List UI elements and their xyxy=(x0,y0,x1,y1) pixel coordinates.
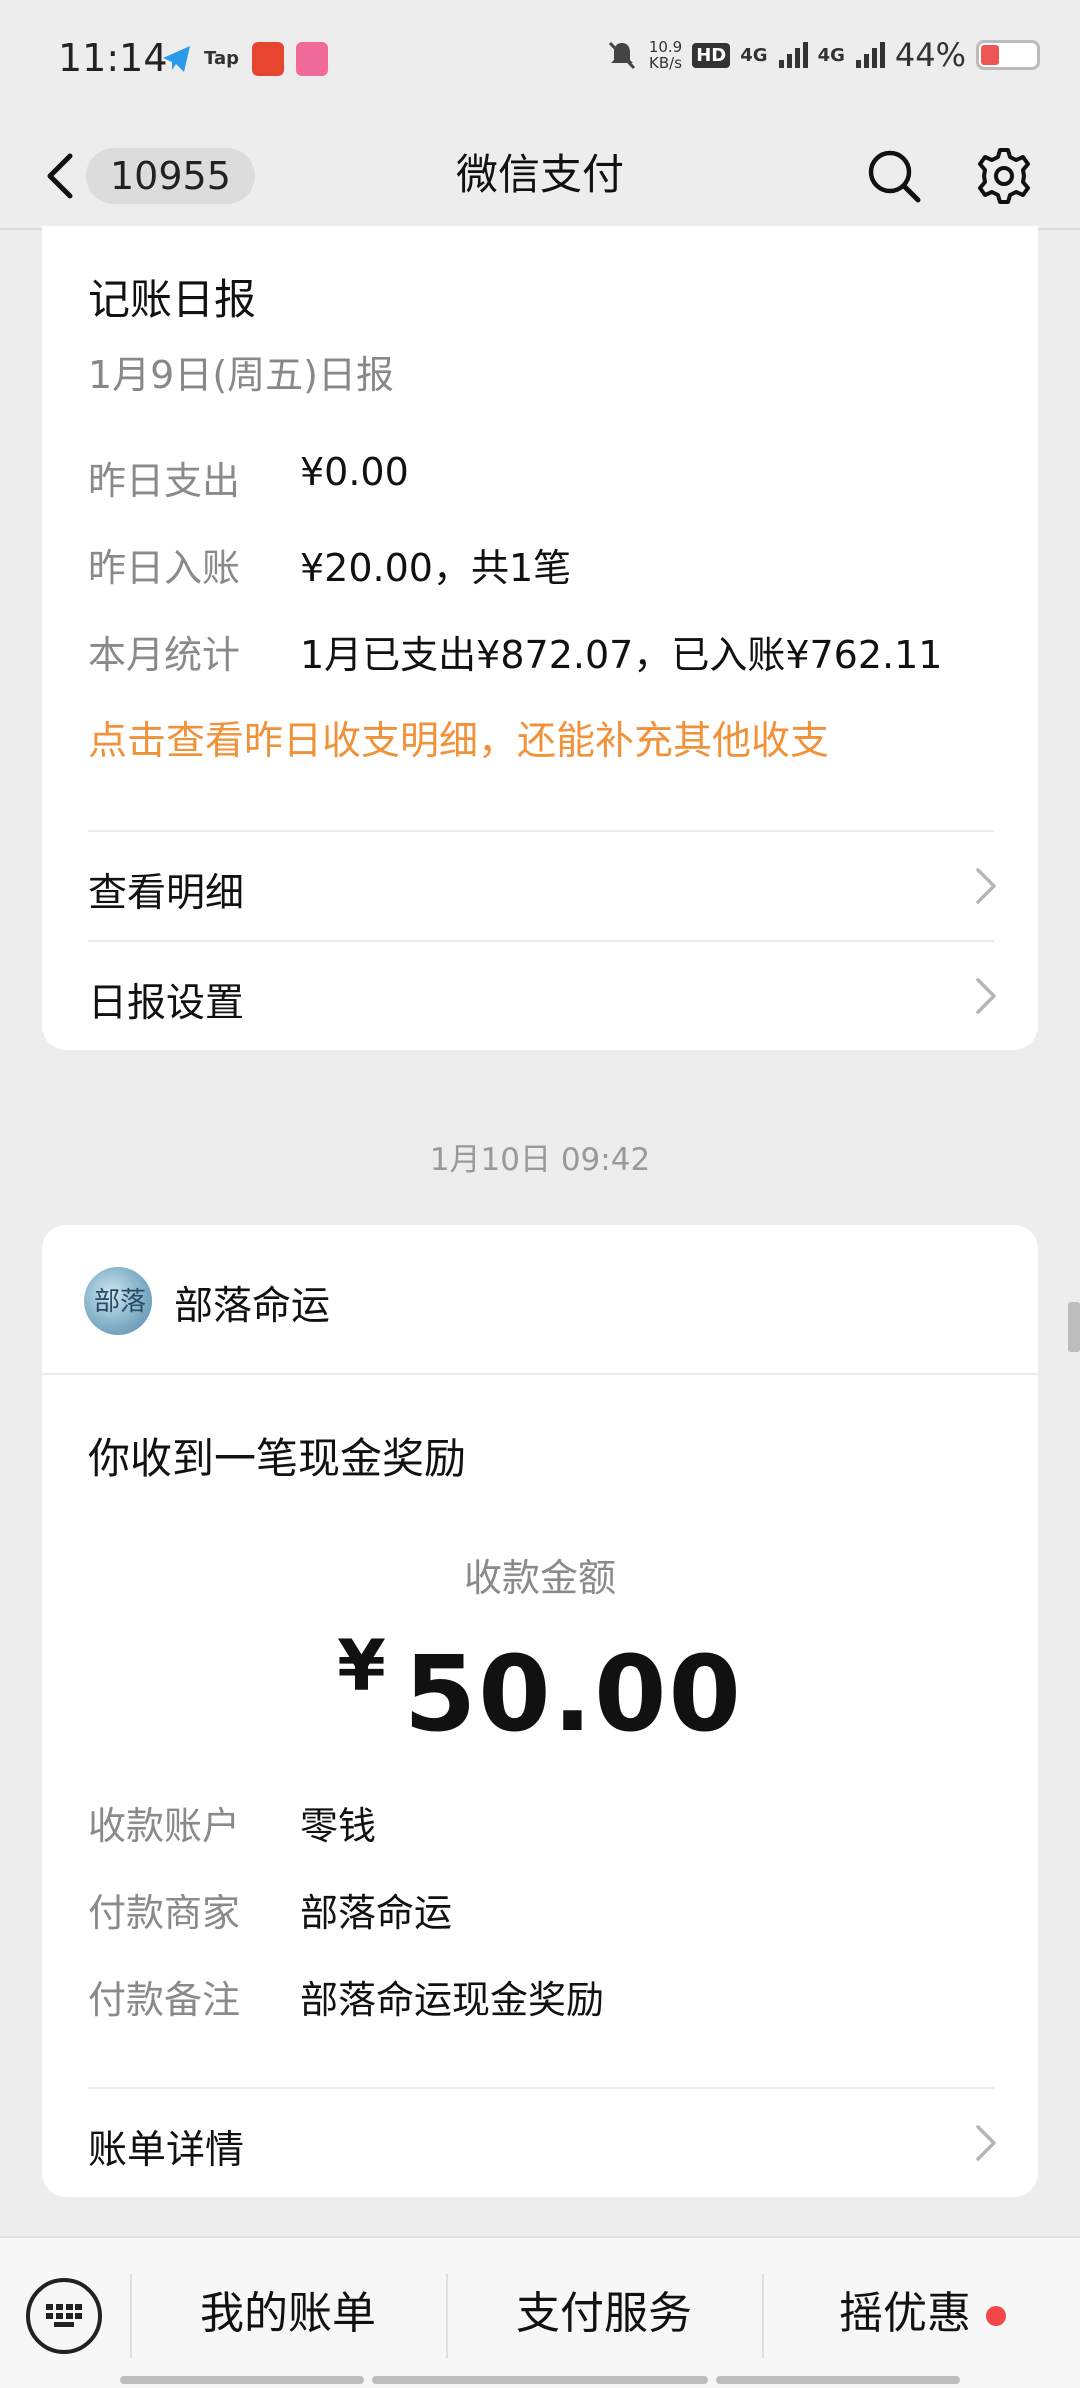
amount-label: 收款金额 xyxy=(463,1556,616,1600)
cash-reward-card[interactable]: 部落 部落命运 你收到一笔现金奖励 收款金额 ¥50.00 收款账户 零钱 付款… xyxy=(42,1225,1038,2197)
chevron-right-icon xyxy=(976,868,996,904)
bottom-menu-bar: 我的账单 支付服务 摇优惠 xyxy=(0,2236,1080,2388)
merchant-logo: 部落 xyxy=(84,1267,152,1335)
divider xyxy=(42,1373,1038,1375)
wechat-pay-chat-page: 11:14 Tap 10.9 KB/s HD 4G 4G 44% 10955 微… xyxy=(0,0,1080,2388)
merchant-logo-text: 部落 xyxy=(94,1287,147,1317)
keyboard-toggle-button[interactable] xyxy=(26,2278,102,2354)
keyboard-icon xyxy=(46,2304,82,2327)
chevron-right-icon xyxy=(976,978,996,1014)
view-yesterday-details-link[interactable]: 点击查看昨日收支明细，还能补充其他收支 xyxy=(88,710,829,766)
signal-bars-icon xyxy=(778,42,808,68)
battery-percent: 44% xyxy=(894,36,966,74)
month-stats-label: 本月统计 xyxy=(88,633,241,677)
chevron-right-icon xyxy=(976,2125,996,2161)
gesture-bar-segment xyxy=(716,2376,960,2384)
gesture-bar-segment xyxy=(372,2376,708,2384)
gear-icon[interactable] xyxy=(974,146,1034,206)
report-settings-label: 日报设置 xyxy=(88,981,245,1026)
tab-payment-services[interactable]: 支付服务 xyxy=(448,2254,760,2374)
view-details-row[interactable]: 查看明细 xyxy=(42,832,1038,940)
yesterday-income-value: ¥20.00，共1笔 xyxy=(300,546,572,590)
tap-icon: Tap xyxy=(204,48,239,69)
payment-note-value: 部落命运现金奖励 xyxy=(300,1978,605,2022)
hd-badge: HD xyxy=(692,42,731,68)
payment-note-label: 付款备注 xyxy=(88,1978,241,2022)
signal-bars-icon xyxy=(855,42,885,68)
gesture-bar-segment xyxy=(120,2376,364,2384)
currency-symbol: ¥ xyxy=(337,1625,386,1707)
unread-count-badge[interactable]: 10955 xyxy=(86,148,255,204)
message-timestamp: 1月10日 09:42 xyxy=(429,1142,651,1178)
signal-4g-1: 4G xyxy=(740,44,768,66)
notification-dot xyxy=(986,2306,1006,2326)
status-time: 11:14 xyxy=(58,36,168,80)
yesterday-expense-label: 昨日支出 xyxy=(88,459,241,503)
mute-bell-icon xyxy=(608,41,635,70)
back-arrow-icon[interactable] xyxy=(40,148,80,204)
status-right-cluster: 10.9 KB/s HD 4G 4G 44% xyxy=(605,36,1040,74)
yesterday-expense-value: ¥0.00 xyxy=(300,450,409,494)
month-stats-value: 1月已支出¥872.07，已入账¥762.11 xyxy=(300,633,943,677)
daily-report-card[interactable]: 记账日报 1月9日(周五)日报 昨日支出 ¥0.00 昨日入账 ¥20.00，共… xyxy=(42,226,1038,1050)
telegram-icon xyxy=(163,46,190,72)
yesterday-income-label: 昨日入账 xyxy=(88,546,241,590)
amount-value: 50.00 xyxy=(403,1633,743,1755)
search-icon[interactable] xyxy=(866,148,922,204)
signal-4g-2: 4G xyxy=(817,44,845,66)
network-speed: 10.9 KB/s xyxy=(648,38,683,72)
report-settings-row[interactable]: 日报设置 xyxy=(42,942,1038,1050)
battery-icon xyxy=(976,40,1040,70)
nav-bar: 10955 微信支付 xyxy=(0,120,1080,230)
merchant-name: 部落命运 xyxy=(174,1284,331,1329)
receive-account-label: 收款账户 xyxy=(88,1804,241,1848)
payer-label: 付款商家 xyxy=(88,1891,241,1935)
amount-display: ¥50.00 xyxy=(42,1625,1038,1755)
bill-details-label: 账单详情 xyxy=(88,2128,245,2173)
reward-title: 你收到一笔现金奖励 xyxy=(88,1434,467,1483)
game-app-icon xyxy=(252,42,284,76)
report-title: 记账日报 xyxy=(88,275,257,324)
status-bar: 11:14 Tap 10.9 KB/s HD 4G 4G 44% xyxy=(0,0,1080,120)
receive-account-value: 零钱 xyxy=(300,1804,377,1848)
bilibili-icon xyxy=(296,42,328,76)
report-date: 1月9日(周五)日报 xyxy=(88,353,395,397)
bill-details-row[interactable]: 账单详情 xyxy=(42,2089,1038,2197)
tab-my-bills[interactable]: 我的账单 xyxy=(132,2254,444,2374)
payer-value: 部落命运 xyxy=(300,1891,453,1935)
view-details-label: 查看明细 xyxy=(88,871,245,916)
scrollbar-thumb[interactable] xyxy=(1068,1302,1080,1352)
